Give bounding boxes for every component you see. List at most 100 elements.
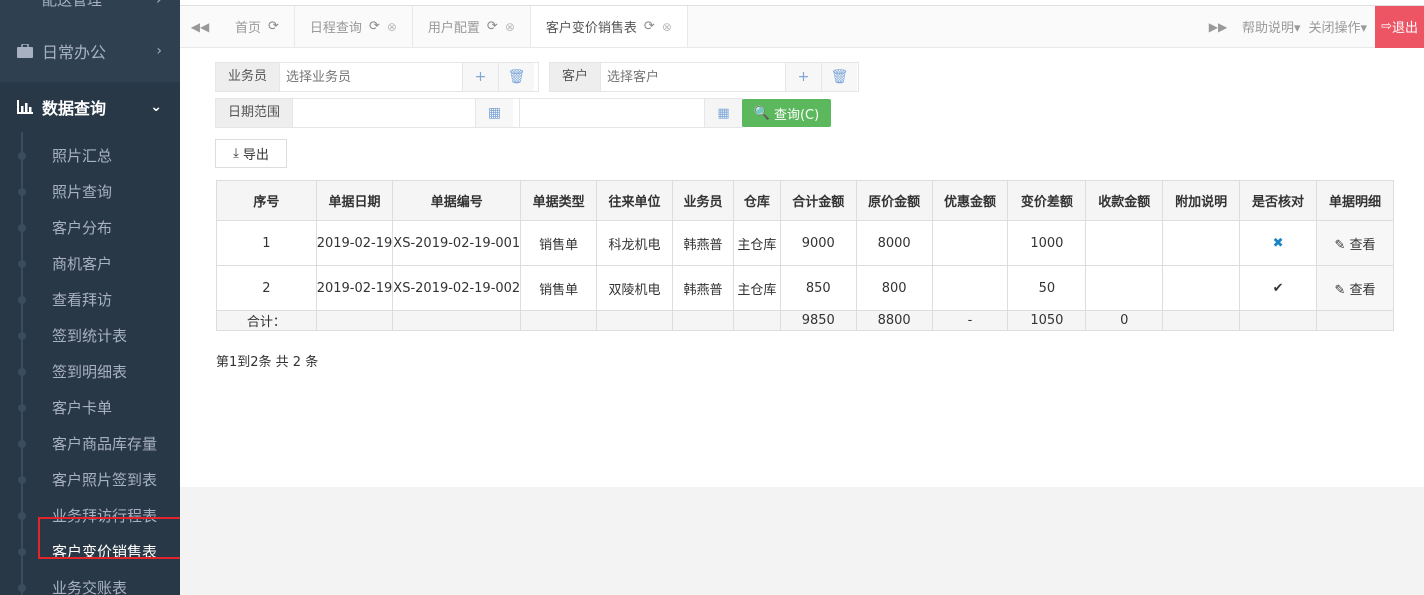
logout-label: 退出 — [1391, 21, 1418, 36]
cell-salesman: 韩燕普 — [672, 220, 734, 266]
date-start-input[interactable] — [293, 99, 476, 127]
cell-no: XS-2019-02-19-001 — [392, 220, 522, 266]
sidebar-group-label: 数据查询 — [42, 99, 107, 118]
footer-area — [180, 487, 1424, 595]
bar-chart-icon — [16, 100, 34, 114]
cell-seq: 2 — [216, 265, 317, 311]
tab-user-config[interactable]: 用户配置 ⟳ ⊗ — [413, 6, 531, 47]
help-label: 帮助说明 — [1241, 21, 1294, 36]
sidebar-item-photo-summary[interactable]: 照片汇总 — [0, 138, 180, 174]
sidebar-item-checkin-detail[interactable]: 签到明细表 — [0, 354, 180, 390]
export-button-label: 导出 — [242, 148, 269, 163]
column-header[interactable]: 原价金额 — [855, 180, 933, 221]
tab-label: 首页 — [235, 21, 262, 36]
cell-unit: 双陵机电 — [596, 265, 673, 311]
refresh-icon[interactable]: ⟳ — [644, 19, 655, 34]
close-icon[interactable]: ⊗ — [505, 20, 515, 34]
total-empty — [596, 310, 673, 331]
sidebar-item-checkin-stats[interactable]: 签到统计表 — [0, 318, 180, 354]
sidebar-item-customer-photo-checkin[interactable]: 客户照片签到表 — [0, 462, 180, 498]
cell-diff: 1000 — [1007, 220, 1087, 266]
sidebar-item-label: 配送管理 — [42, 0, 103, 9]
column-header[interactable]: 单据编号 — [392, 180, 522, 221]
column-header[interactable]: 序号 — [216, 180, 317, 221]
sidebar-item-customer-distribution[interactable]: 客户分布 — [0, 210, 180, 246]
trash-icon[interactable]: 🗑 — [821, 63, 858, 91]
calendar-icon[interactable]: ▦ — [704, 99, 742, 127]
cell-no: XS-2019-02-19-002 — [392, 265, 522, 311]
column-header[interactable]: 单据类型 — [520, 180, 598, 221]
total-empty — [1315, 310, 1395, 331]
export-button[interactable]: ⤓ 导出 — [215, 139, 287, 168]
column-header[interactable]: 单据明细 — [1315, 180, 1395, 221]
view-detail-button[interactable]: ✎ 查看 — [1315, 265, 1395, 311]
total-discount: - — [931, 310, 1009, 331]
tab-label: 日程查询 — [309, 21, 362, 36]
sidebar-group-data-query[interactable]: 数据查询 ⌄ — [0, 82, 180, 132]
briefcase-icon — [16, 44, 34, 58]
logout-button[interactable]: ⇨ 退出 — [1375, 5, 1424, 48]
total-empty — [1239, 310, 1317, 331]
column-header[interactable]: 收款金额 — [1085, 180, 1164, 221]
total-diff: 1050 — [1007, 310, 1087, 331]
close-ops-dropdown[interactable]: 关闭操作▾ — [1305, 17, 1372, 36]
table-row[interactable]: 1 2019-02-19 XS-2019-02-19-001 销售单 科龙机电 … — [216, 220, 1395, 266]
tab-price-change-sales[interactable]: 客户变价销售表 ⟳ ⊗ — [530, 6, 688, 47]
sidebar-item-delivery[interactable]: 配送管理 › — [0, 0, 180, 20]
add-icon[interactable]: + — [462, 63, 499, 91]
column-header[interactable]: 合计金额 — [779, 180, 857, 221]
sidebar-group-office[interactable]: 日常办公 › — [0, 20, 180, 82]
customer-filter: 客户 + 🗑 — [549, 62, 859, 92]
cell-date: 2019-02-19 — [315, 220, 394, 266]
sidebar-item-price-change-sales[interactable]: 客户变价销售表 — [0, 534, 180, 570]
table-row[interactable]: 2 2019-02-19 XS-2019-02-19-002 销售单 双陵机电 … — [216, 265, 1395, 311]
tab-schedule[interactable]: 日程查询 ⟳ ⊗ — [295, 6, 413, 47]
column-header[interactable]: 附加说明 — [1162, 180, 1241, 221]
scroll-left-icon[interactable]: ◀◀ — [180, 6, 220, 47]
close-icon[interactable]: ⊗ — [387, 20, 397, 34]
edit-icon: ✎ — [1334, 237, 1346, 253]
customer-input[interactable] — [601, 63, 786, 91]
sidebar-item-settlement[interactable]: 业务交账表 — [0, 570, 180, 595]
add-icon[interactable]: + — [785, 63, 822, 91]
sidebar-item-customer-stock[interactable]: 客户商品库存量 — [0, 426, 180, 462]
scroll-right-icon[interactable]: ▶▶ — [1198, 20, 1238, 34]
tab-bar: ◀◀ 首页 ⟳ 日程查询 ⟳ ⊗ 用户配置 ⟳ ⊗ 客户变价销售表 ⟳ ⊗ ▶▶… — [180, 5, 1424, 48]
column-header[interactable]: 往来单位 — [596, 180, 673, 221]
cell-received — [1085, 220, 1164, 266]
total-empty — [520, 310, 598, 331]
view-label: 查看 — [1349, 282, 1376, 298]
cell-discount — [931, 220, 1009, 266]
chevron-right-icon: › — [156, 0, 162, 8]
sidebar-item-customer-card[interactable]: 客户卡单 — [0, 390, 180, 426]
column-header[interactable]: 单据日期 — [315, 180, 394, 221]
refresh-icon[interactable]: ⟳ — [268, 19, 279, 34]
column-header[interactable]: 业务员 — [672, 180, 734, 221]
cell-discount — [931, 265, 1009, 311]
salesman-input[interactable] — [280, 63, 463, 91]
date-end-input[interactable] — [520, 99, 704, 127]
column-header[interactable]: 变价差额 — [1007, 180, 1087, 221]
column-header[interactable]: 仓库 — [732, 180, 781, 221]
column-header[interactable]: 优惠金额 — [931, 180, 1009, 221]
total-empty — [315, 310, 394, 331]
calendar-icon[interactable]: ▦ — [475, 99, 514, 127]
tab-home[interactable]: 首页 ⟳ — [220, 6, 295, 47]
refresh-icon[interactable]: ⟳ — [369, 19, 380, 34]
query-button[interactable]: 🔍 查询(C) — [742, 99, 831, 127]
column-header[interactable]: 是否核对 — [1239, 180, 1317, 221]
sidebar-item-photo-query[interactable]: 照片查询 — [0, 174, 180, 210]
salesman-label: 业务员 — [216, 63, 281, 91]
close-icon[interactable]: ⊗ — [662, 20, 672, 34]
view-detail-button[interactable]: ✎ 查看 — [1315, 220, 1395, 266]
pagination-info: 第1到2条 共 2 条 — [216, 355, 319, 370]
cell-received — [1085, 265, 1164, 311]
help-dropdown[interactable]: 帮助说明▾ — [1238, 17, 1305, 36]
trash-icon[interactable]: 🗑 — [498, 63, 535, 91]
cross-icon: ✖ — [1272, 235, 1284, 251]
sidebar-item-opportunity-customer[interactable]: 商机客户 — [0, 246, 180, 282]
sidebar-item-visit-itinerary[interactable]: 业务拜访行程表 — [0, 498, 180, 534]
refresh-icon[interactable]: ⟳ — [487, 19, 498, 34]
sidebar-item-view-visits[interactable]: 查看拜访 — [0, 282, 180, 318]
cell-checked: ✔ — [1239, 265, 1317, 311]
